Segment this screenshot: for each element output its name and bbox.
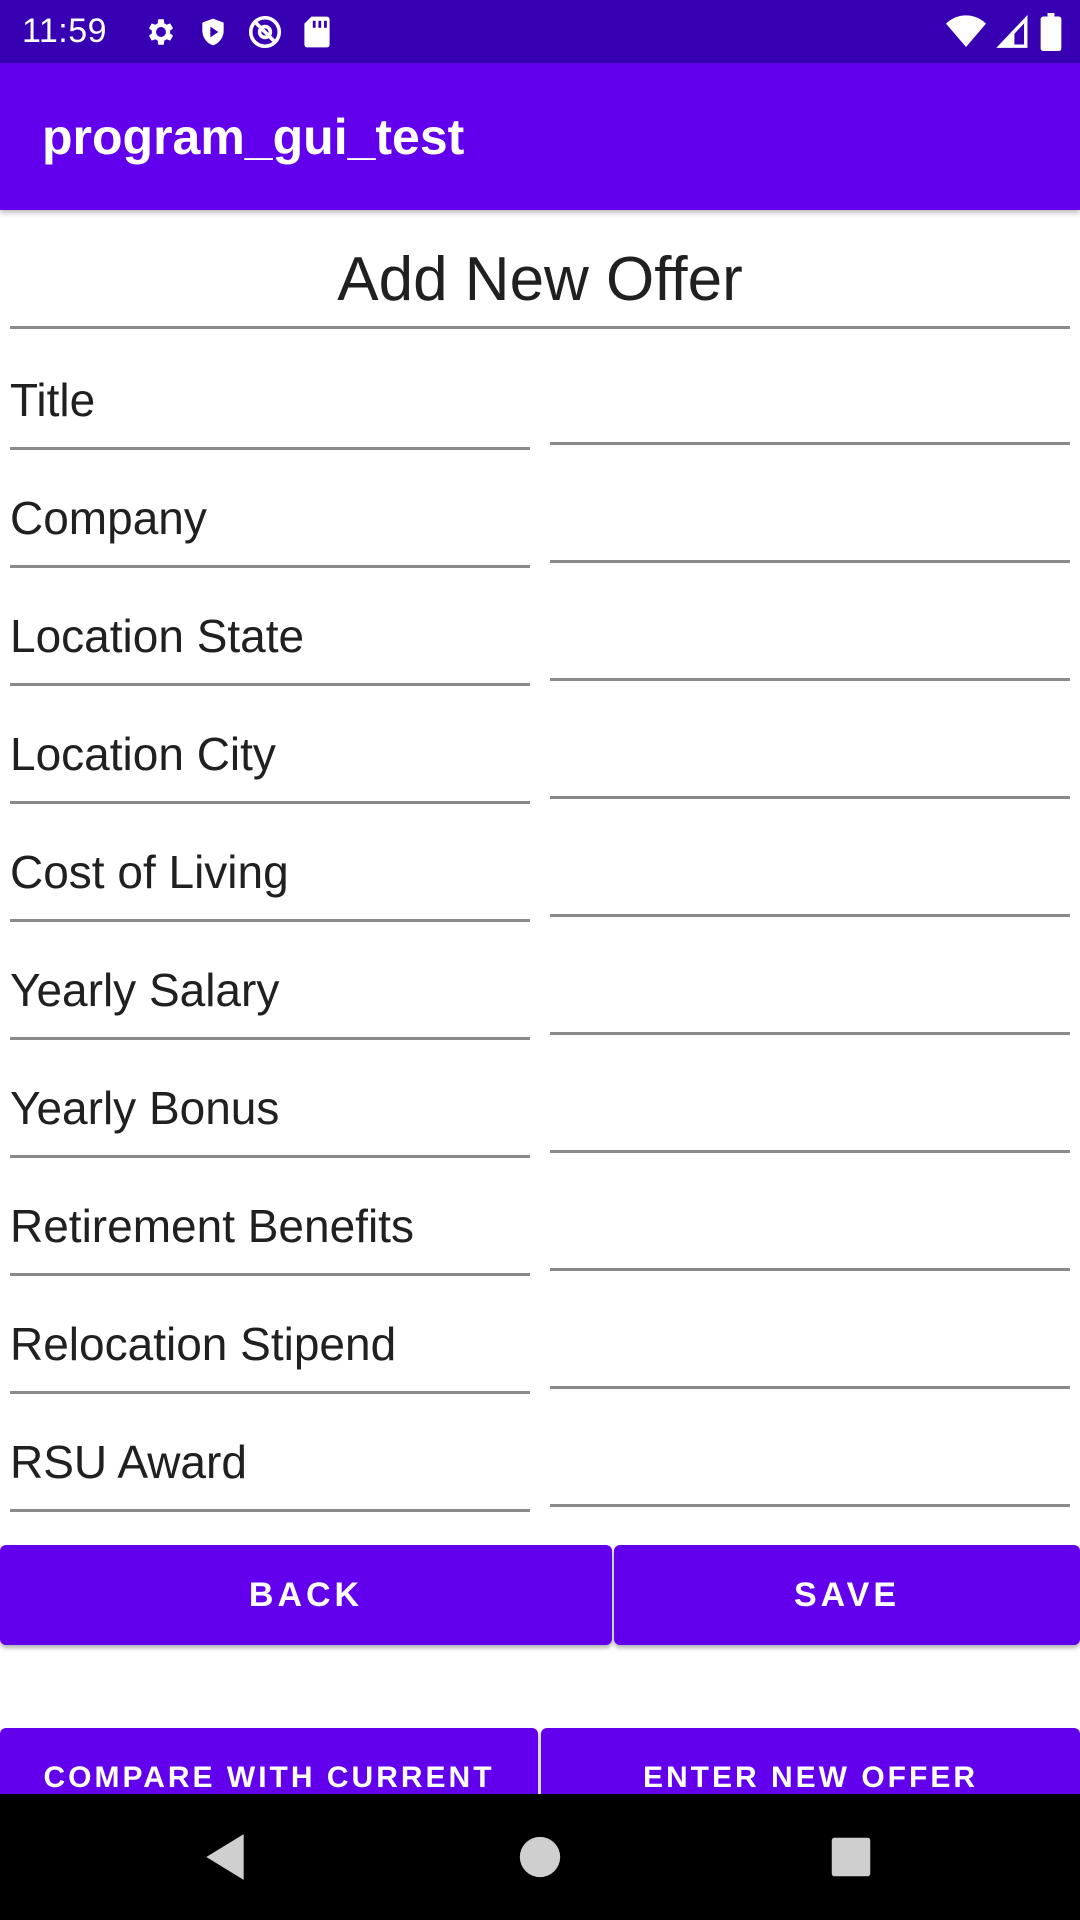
field-label-location-state: Location State <box>10 610 305 662</box>
status-icons-left <box>142 12 336 52</box>
relocation-stipend-input[interactable] <box>550 1314 1070 1389</box>
field-label-retirement-benefits: Retirement Benefits <box>10 1200 414 1252</box>
form-row-cost-of-living: Cost of Living <box>10 812 1070 930</box>
field-label-divider <box>10 1273 530 1276</box>
cellular-signal-icon <box>996 12 1030 52</box>
field-label-rsu-award: RSU Award <box>10 1436 247 1488</box>
save-button[interactable]: SAVE <box>614 1545 1080 1645</box>
field-label-divider <box>10 565 530 568</box>
form-row-yearly-salary: Yearly Salary <box>10 930 1070 1048</box>
field-label-location-city: Location City <box>10 728 276 780</box>
field-label-relocation-stipend: Relocation Stipend <box>10 1318 397 1370</box>
company-input[interactable] <box>550 488 1070 563</box>
form-row-company: Company <box>10 458 1070 576</box>
field-label-divider <box>10 919 530 922</box>
field-label-cost-of-living: Cost of Living <box>10 846 289 898</box>
field-label-divider <box>10 801 530 804</box>
field-label-company: Company <box>10 492 207 544</box>
field-label-yearly-bonus: Yearly Bonus <box>10 1082 280 1134</box>
field-label-divider <box>10 1037 530 1040</box>
location-city-input[interactable] <box>550 724 1070 799</box>
form-row-rsu-award: RSU Award <box>10 1402 1070 1520</box>
back-triangle-icon[interactable] <box>192 1824 258 1890</box>
field-label-divider <box>10 447 530 450</box>
at-sign-icon <box>246 13 284 51</box>
status-icons-right <box>946 12 1062 52</box>
gear-icon <box>142 13 180 51</box>
field-label-yearly-salary: Yearly Salary <box>10 964 280 1016</box>
field-label-divider <box>10 1509 530 1512</box>
rsu-award-input[interactable] <box>550 1432 1070 1507</box>
form-row-retirement-benefits: Retirement Benefits <box>10 1166 1070 1284</box>
field-label-divider <box>10 1391 530 1394</box>
field-label-divider <box>10 683 530 686</box>
form-row-location-city: Location City <box>10 694 1070 812</box>
shield-icon <box>194 13 232 51</box>
form-row-location-state: Location State <box>10 576 1070 694</box>
location-state-input[interactable] <box>550 606 1070 681</box>
status-bar: 11:59 <box>0 0 1080 63</box>
back-button[interactable]: BACK <box>0 1545 612 1645</box>
wifi-icon <box>946 12 986 52</box>
cost-of-living-input[interactable] <box>550 842 1070 917</box>
status-time: 11:59 <box>22 12 108 50</box>
form-row-relocation-stipend: Relocation Stipend <box>10 1284 1070 1402</box>
navigation-bar <box>0 1794 1080 1920</box>
heading-divider <box>10 326 1070 329</box>
form-row-title: Title <box>10 340 1070 458</box>
app-bar: program_gui_test <box>0 63 1080 210</box>
sd-card-icon <box>298 13 336 51</box>
home-circle-icon[interactable] <box>507 1824 573 1890</box>
form-row-yearly-bonus: Yearly Bonus <box>10 1048 1070 1166</box>
title-input[interactable] <box>550 370 1070 445</box>
yearly-bonus-input[interactable] <box>550 1078 1070 1153</box>
retirement-benefits-input[interactable] <box>550 1196 1070 1271</box>
app-title: program_gui_test <box>42 109 465 165</box>
recents-square-icon[interactable] <box>818 1824 884 1890</box>
field-label-divider <box>10 1155 530 1158</box>
battery-icon <box>1040 12 1062 52</box>
yearly-salary-input[interactable] <box>550 960 1070 1035</box>
page-heading: Add New Offer <box>337 245 743 314</box>
field-label-title: Title <box>10 374 96 426</box>
